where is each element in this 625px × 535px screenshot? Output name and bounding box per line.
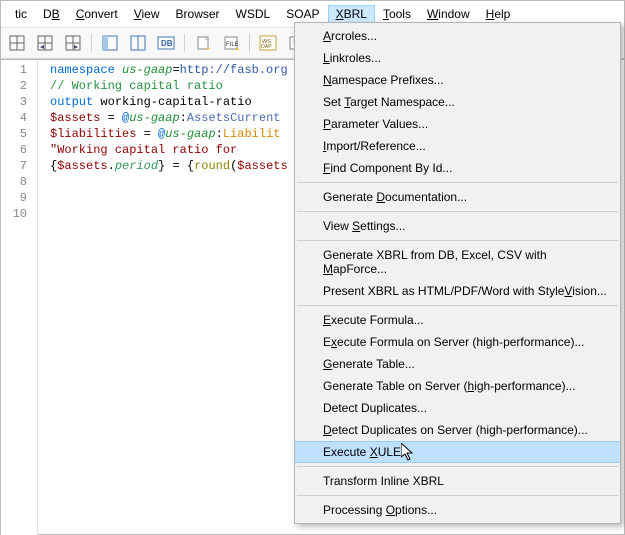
menu-separator [297,182,618,183]
grid-arrow-left-icon[interactable] [33,31,57,55]
toolbar-sep [184,34,185,52]
line-number: 2 [1,78,37,94]
menu-separator [297,305,618,306]
menu-separator [297,466,618,467]
menu-xbrl[interactable]: XBRL [328,5,375,23]
menu-window[interactable]: Window [419,5,478,23]
line-number: 10 [1,206,37,222]
menu-tools[interactable]: Tools [375,5,419,23]
line-number: 9 [1,190,37,206]
menu-item-execute-formula[interactable]: Execute Formula... [295,309,620,331]
db-badge-icon[interactable]: DB [154,31,178,55]
line-number-gutter: 12345678910 [1,60,38,535]
menu-item-view-settings[interactable]: View Settings... [295,215,620,237]
menu-item-parameter-values[interactable]: Parameter Values... [295,113,620,135]
menu-soap[interactable]: SOAP [278,5,327,23]
menu-wsdl[interactable]: WSDL [228,5,279,23]
menu-item-namespace-prefixes[interactable]: Namespace Prefixes... [295,69,620,91]
ws-soap-icon[interactable]: WSOAP [256,31,280,55]
menu-help[interactable]: Help [478,5,519,23]
menu-separator [297,211,618,212]
menu-item-transform-inline-xbrl[interactable]: Transform Inline XBRL [295,470,620,492]
menu-item-generate-documentation[interactable]: Generate Documentation... [295,186,620,208]
menu-item-set-target-namespace[interactable]: Set Target Namespace... [295,91,620,113]
menu-item-arcroles[interactable]: Arcroles... [295,25,620,47]
menu-item-generate-table-on-server-high-performance[interactable]: Generate Table on Server (high-performan… [295,375,620,397]
menu-item-linkroles[interactable]: Linkroles... [295,47,620,69]
line-number: 5 [1,126,37,142]
xbrl-menu-dropdown: Arcroles...Linkroles...Namespace Prefixe… [294,22,621,524]
menu-separator [297,240,618,241]
menu-item-import-reference[interactable]: Import/Reference... [295,135,620,157]
menu-item-detect-duplicates[interactable]: Detect Duplicates... [295,397,620,419]
line-number: 4 [1,110,37,126]
toolbar-sep [91,34,92,52]
toolbar-sep [249,34,250,52]
menu-item-detect-duplicates-on-server-high-performance[interactable]: Detect Duplicates on Server (high-perfor… [295,419,620,441]
panel-split-icon[interactable] [126,31,150,55]
menu-item-execute-xule[interactable]: Execute XULE [295,441,620,463]
panel-left-icon[interactable] [98,31,122,55]
menu-item-generate-table[interactable]: Generate Table... [295,353,620,375]
menu-item-generate-xbrl-from-db-excel-csv-with-mapforce[interactable]: Generate XBRL from DB, Excel, CSV with M… [295,244,620,280]
menu-item-processing-options[interactable]: Processing Options... [295,499,620,521]
line-number: 8 [1,174,37,190]
menu-view[interactable]: View [126,5,168,23]
file-badge-icon[interactable]: FILE [219,31,243,55]
svg-text:FILE: FILE [226,42,239,48]
grid-icon[interactable] [5,31,29,55]
menu-db[interactable]: DB [35,5,68,23]
svg-text:OAP: OAP [261,44,272,50]
menu-browser[interactable]: Browser [168,5,228,23]
menu-separator [297,495,618,496]
menu-item-present-xbrl-as-html-pdf-word-with-stylevision[interactable]: Present XBRL as HTML/PDF/Word with Style… [295,280,620,302]
menu-item-execute-formula-on-server-high-performance[interactable]: Execute Formula on Server (high-performa… [295,331,620,353]
line-number: 1 [1,62,37,78]
line-number: 6 [1,142,37,158]
page-star-icon[interactable] [191,31,215,55]
grid-arrow-right-icon[interactable] [61,31,85,55]
line-number: 7 [1,158,37,174]
svg-text:DB: DB [161,39,173,48]
line-number: 3 [1,94,37,110]
menu-convert[interactable]: Convert [68,5,126,23]
menu-item-find-component-by-id[interactable]: Find Component By Id... [295,157,620,179]
menu-tic[interactable]: tic [7,5,35,23]
